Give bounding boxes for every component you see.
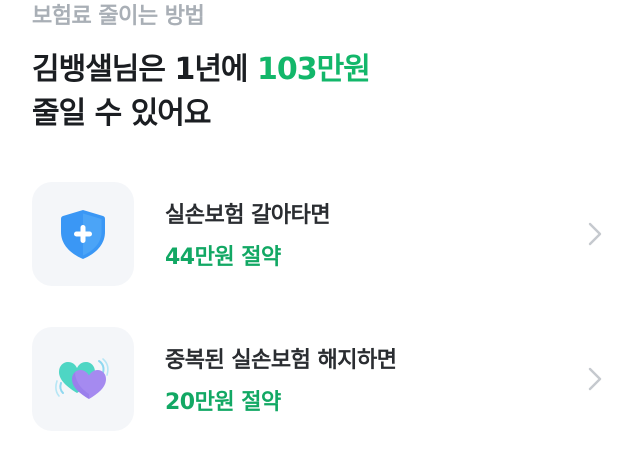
- icon-tile: [32, 182, 134, 286]
- section-label: 보험료 줄이는 방법: [32, 4, 205, 29]
- headline: 김뱅샐님은 1년에 103만원 줄일 수 있어요: [32, 48, 371, 136]
- option-title: 실손보험 갈아타면: [165, 203, 331, 228]
- option-title: 중복된 실손보험 해지하면: [165, 348, 397, 373]
- headline-line-2: 줄일 수 있어요: [32, 96, 211, 131]
- option-saving: 20만원 절약: [165, 390, 281, 415]
- shield-plus-icon: [61, 210, 105, 259]
- icon-tile: [32, 327, 134, 431]
- headline-prefix: 김뱅샐님은 1년에: [32, 52, 257, 87]
- headline-line-1: 김뱅샐님은 1년에 103만원: [32, 48, 371, 92]
- two-hearts-icon: [55, 358, 109, 399]
- option-saving: 44만원 절약: [165, 245, 281, 270]
- chevron-right-icon: [588, 222, 602, 246]
- option-switch-insurance[interactable]: 실손보험 갈아타면 44만원 절약: [32, 182, 632, 286]
- option-cancel-duplicate[interactable]: 중복된 실손보험 해지하면 20만원 절약: [32, 327, 632, 431]
- chevron-right-icon: [588, 367, 602, 391]
- headline-amount: 103만원: [256, 52, 371, 87]
